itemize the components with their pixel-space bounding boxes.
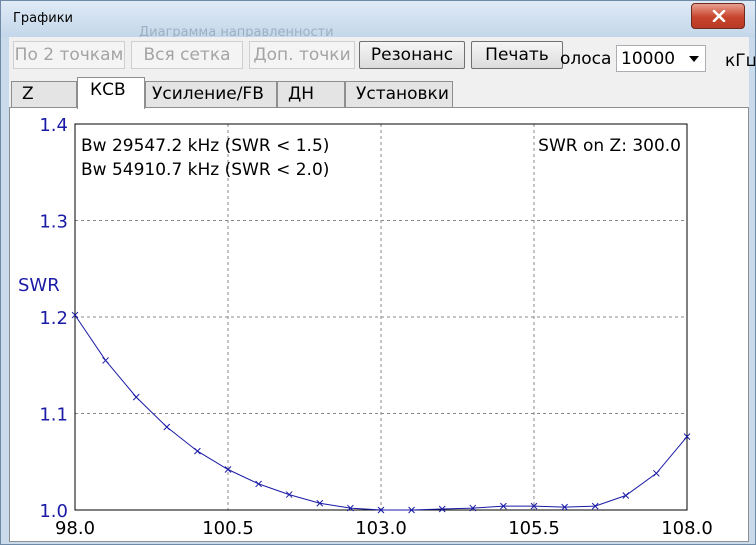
bandwidth-swr15-annotation: Bw 29547.2 kHz (SWR < 1.5) <box>81 136 329 156</box>
x-tick-label: 98.0 <box>55 518 95 539</box>
data-point-marker <box>132 393 140 401</box>
x-tick-label: 108.0 <box>661 518 713 539</box>
y-tick-label: 1.1 <box>39 405 68 426</box>
by-two-points-button[interactable]: По 2 точкам <box>13 41 125 69</box>
client-area: По 2 точкам Вся сетка Доп. точки Резонан… <box>9 37 755 542</box>
tab-pattern[interactable]: ДН <box>277 81 345 107</box>
graphs-window: Графики Диаграмма направленности По 2 то… <box>0 0 756 545</box>
close-button[interactable] <box>691 3 745 29</box>
y-tick-label: 1.2 <box>39 308 68 329</box>
x-tick-label: 103.0 <box>355 518 407 539</box>
title-bar[interactable]: Графики Диаграмма направленности <box>1 1 755 40</box>
band-select[interactable]: 10000 <box>616 45 706 72</box>
data-point-marker <box>622 492 630 499</box>
x-tick-label: 100.5 <box>202 518 254 539</box>
x-tick-label: 105.5 <box>508 518 560 539</box>
data-point-marker <box>285 491 293 498</box>
band-label: олоса <box>560 49 612 69</box>
swr-chart: 1.01.11.21.31.498.0 100.5 103.0 105.5 108.0S… <box>18 115 713 539</box>
data-point-marker <box>255 480 262 488</box>
tab-gain-fb[interactable]: Усиление/FB <box>145 81 277 107</box>
data-point-marker <box>194 447 201 455</box>
y-tick-label: 1.3 <box>39 212 68 233</box>
chart-panel: 1.0 1.1 1.2 1.3 1.4 98.0 100.5 103.0 105.5 108.0 S… <box>9 107 749 542</box>
tab-z[interactable]: Z <box>11 81 77 107</box>
extra-points-button[interactable]: Доп. точки <box>249 41 355 69</box>
chevron-down-icon <box>689 56 699 62</box>
tab-settings[interactable]: Установки <box>345 81 453 107</box>
y-tick-label: 1.4 <box>39 115 68 136</box>
bandwidth-swr20-annotation: Bw 54910.7 kHz (SWR < 2.0) <box>81 160 329 180</box>
close-icon <box>712 10 726 22</box>
band-value: 10000 <box>621 49 676 69</box>
all-grid-button[interactable]: Вся сетка <box>131 41 243 69</box>
tab-swr[interactable]: КСВ <box>77 77 145 109</box>
data-point-marker <box>163 423 171 431</box>
window-title: Графики <box>13 11 74 26</box>
y-axis-label: SWR <box>18 275 60 296</box>
resonance-button[interactable]: Резонанс <box>359 41 465 69</box>
print-button[interactable]: Печать <box>471 41 563 69</box>
data-point-marker <box>102 357 109 364</box>
band-unit: кГц <box>725 51 756 71</box>
swr-on-z-annotation: SWR on Z: 300.0 <box>538 136 681 156</box>
data-point-marker <box>653 469 660 477</box>
